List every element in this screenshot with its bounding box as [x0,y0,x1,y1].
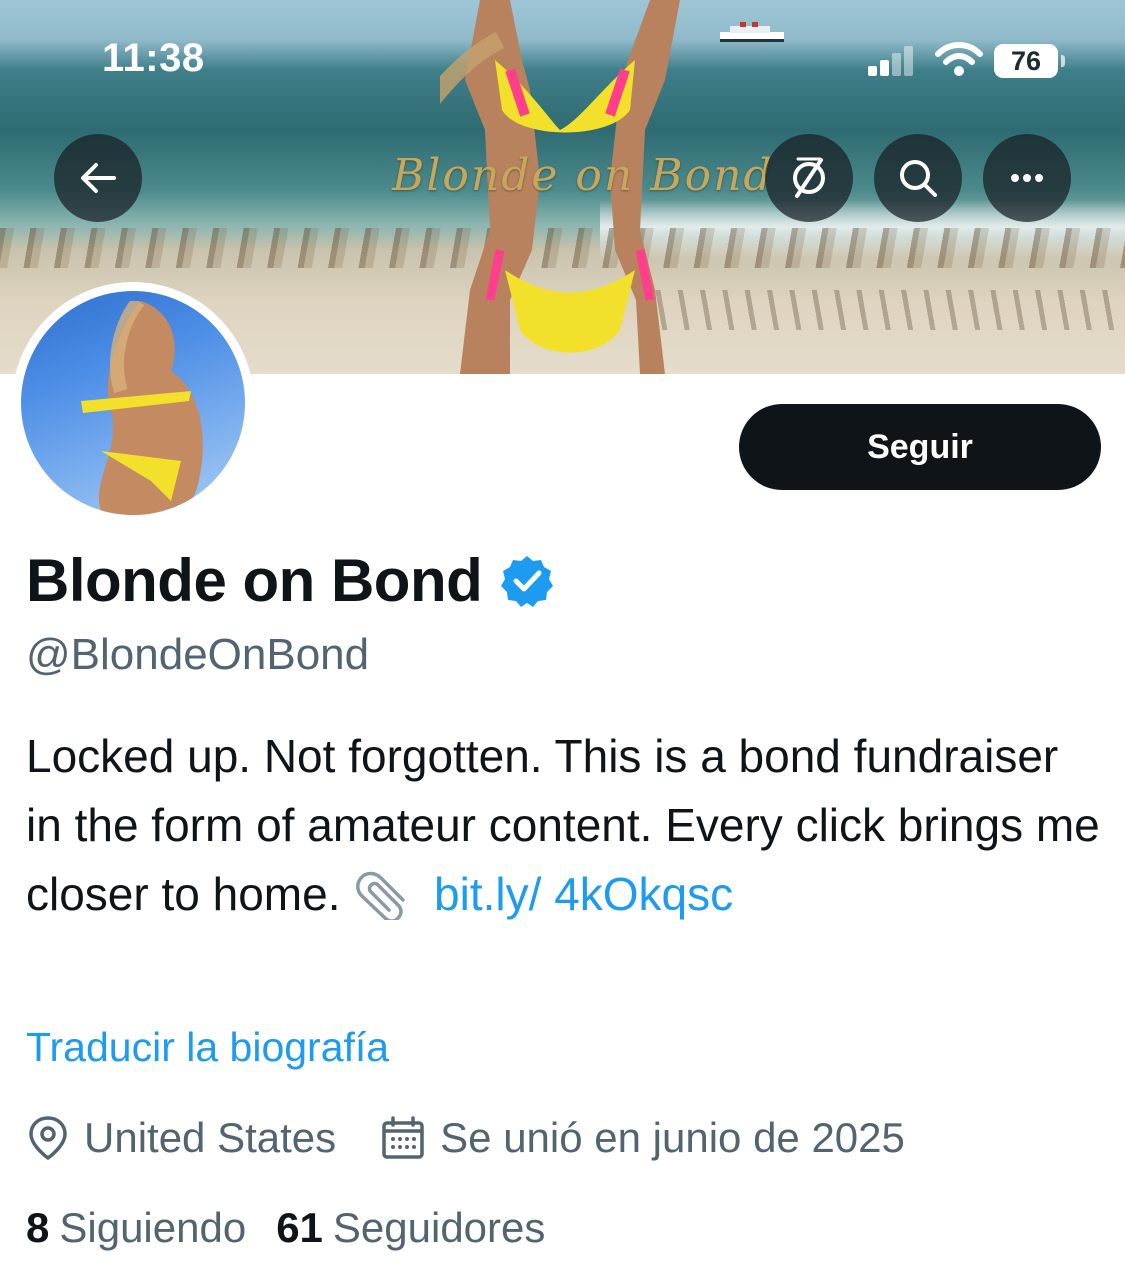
avatar-figure [81,301,203,515]
display-name-row: Blonde on Bond [26,546,554,615]
status-icons: 76 [864,40,1074,80]
following-link[interactable]: 8 Siguiendo [26,1204,246,1252]
following-label: Siguiendo [59,1204,247,1251]
translate-bio-link[interactable]: Traducir la biografía [26,1024,389,1071]
arrow-left-icon [81,163,116,193]
paperclip-icon [356,871,406,920]
more-icon [1011,174,1043,182]
bio: Locked up. Not forgotten. This is a bond… [26,722,1106,929]
followers-link[interactable]: 61 Seguidores [276,1204,545,1252]
avatar-image [21,291,245,515]
search-button[interactable] [874,134,962,222]
display-name: Blonde on Bond [26,547,483,614]
back-button[interactable] [54,134,142,222]
joined-item: Se unió en junio de 2025 [380,1114,905,1162]
banner-ship [720,22,784,42]
calendar-icon [382,1116,424,1159]
status-time: 11:38 [102,36,205,80]
battery-tip [1061,55,1065,67]
location-item: United States [26,1114,336,1162]
more-button[interactable] [983,134,1071,222]
banner-watermark: Blonde on Bond [392,150,774,201]
profile-meta: United States Se unió en junio de 2025 [26,1114,905,1162]
wifi-icon [935,42,983,76]
follow-stats: 8 Siguiendo 61 Seguidores [26,1204,545,1252]
followers-label: Seguidores [332,1204,546,1251]
handle: @BlondeOnBond [26,630,370,679]
incognito-icon [793,157,825,198]
following-count: 8 [26,1204,50,1251]
banner-seaweed-lower [640,290,1125,330]
battery-icon: 76 [994,44,1058,78]
bio-link[interactable]: bit.ly/ 4kOkqsc [434,868,733,920]
joined-text: Se unió en junio de 2025 [440,1114,905,1161]
search-icon [900,160,937,197]
followers-count: 61 [276,1204,323,1251]
location-pin-icon [29,1116,67,1161]
signal-icon [868,46,913,76]
follow-button[interactable]: Seguir [739,404,1101,490]
verified-badge-icon[interactable] [500,554,554,608]
location-text: United States [84,1114,337,1161]
avatar[interactable] [12,282,254,524]
incognito-button[interactable] [765,134,853,222]
